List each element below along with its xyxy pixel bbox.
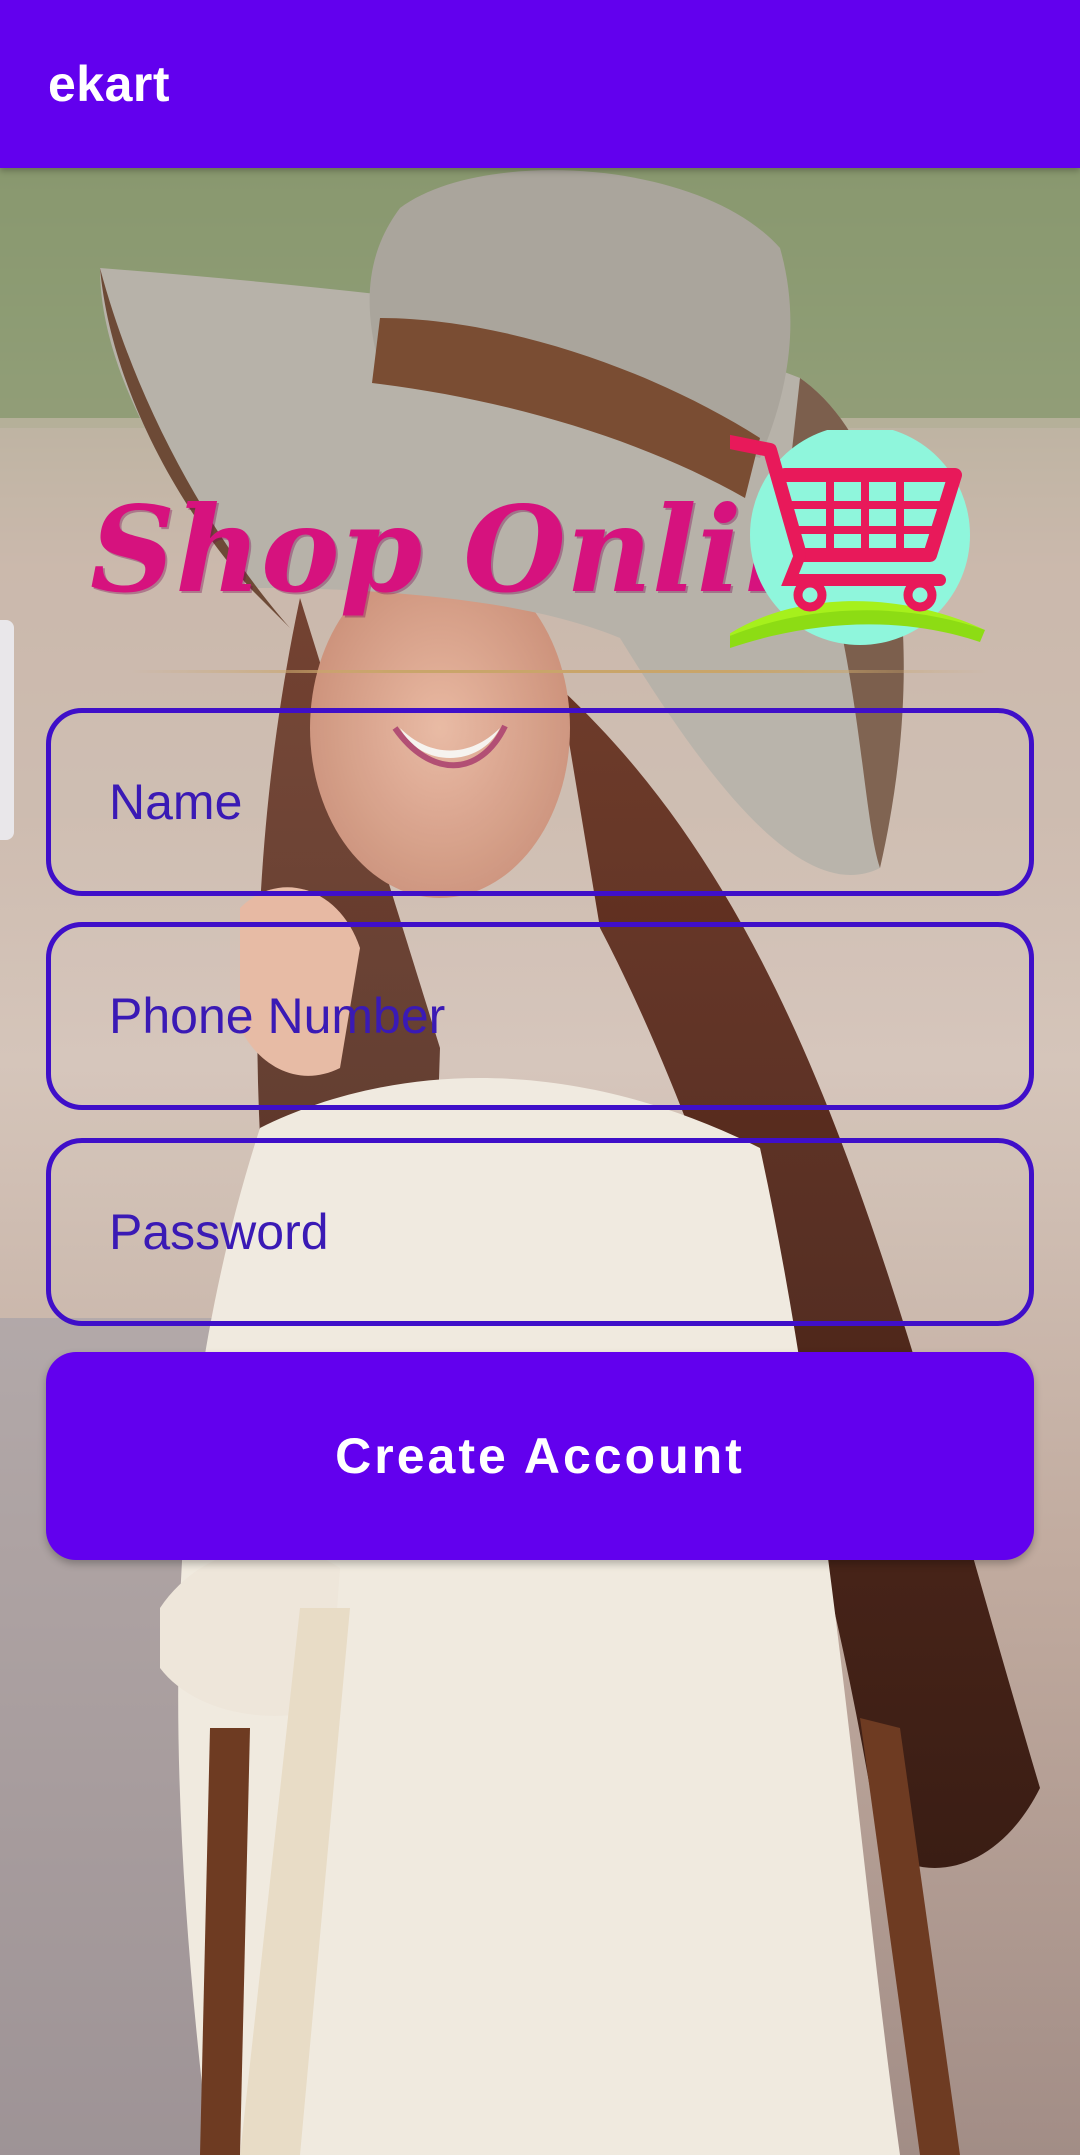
name-field[interactable]: Name: [46, 708, 1034, 896]
password-placeholder: Password: [109, 1204, 329, 1260]
app-bar: ekart: [0, 0, 1080, 168]
phone-number-field[interactable]: Phone Number: [46, 922, 1034, 1110]
logo-divider: [130, 670, 990, 673]
app-title: ekart: [48, 56, 171, 112]
name-placeholder: Name: [109, 774, 243, 830]
shop-online-logo: Shop Online: [90, 430, 1000, 680]
shopping-cart-icon: [730, 430, 985, 649]
create-account-button[interactable]: Create Account: [46, 1352, 1034, 1560]
edge-handle[interactable]: [0, 620, 14, 840]
create-account-label: Create Account: [335, 1428, 745, 1484]
password-field[interactable]: Password: [46, 1138, 1034, 1326]
phone-number-placeholder: Phone Number: [109, 988, 446, 1044]
